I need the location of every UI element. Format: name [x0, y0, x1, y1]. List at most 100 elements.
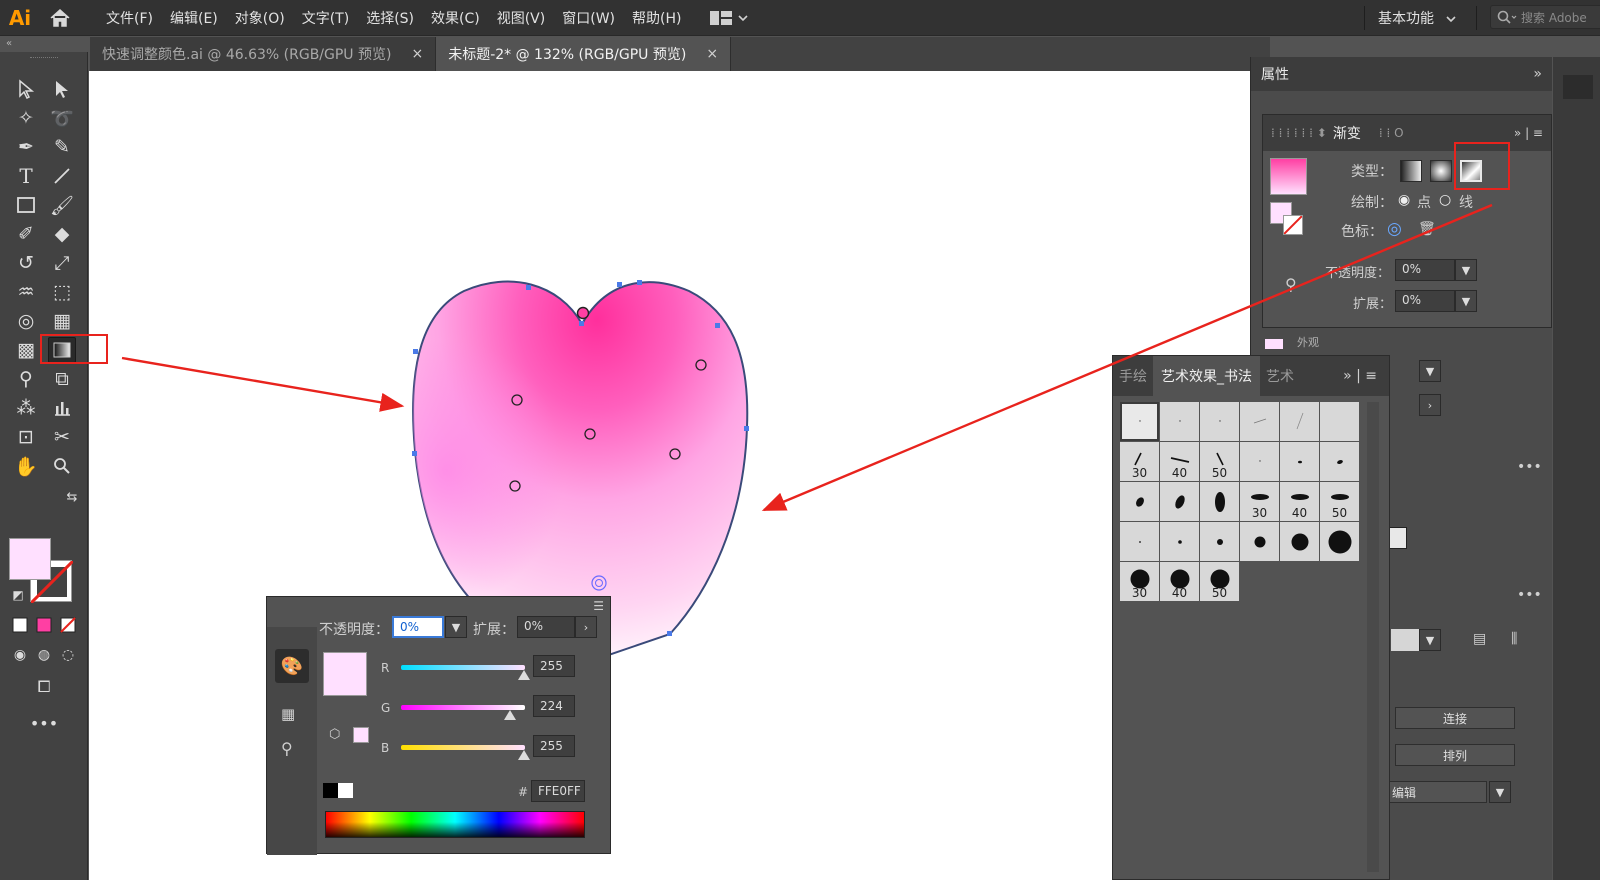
- curvature-tool-icon[interactable]: ✎: [48, 134, 76, 160]
- extend-field[interactable]: 0%: [517, 616, 575, 638]
- artboard-tool-icon[interactable]: ⊡: [12, 424, 40, 450]
- draw-point-radio[interactable]: ◉: [1398, 192, 1410, 208]
- black-swatch[interactable]: [323, 783, 338, 798]
- tab-calligraphy[interactable]: 艺术效果_书法: [1153, 356, 1260, 396]
- brush-cell[interactable]: 50: [1200, 442, 1239, 481]
- library-icon[interactable]: ⫼: [1511, 631, 1517, 647]
- gradient-thumb[interactable]: [1389, 527, 1407, 549]
- appearance-swatch[interactable]: [1265, 339, 1283, 349]
- tab-artistic[interactable]: 艺术: [1260, 366, 1300, 386]
- b-value-field[interactable]: 255: [533, 735, 575, 757]
- none-mode-icon[interactable]: [54, 612, 82, 638]
- fill-swatch[interactable]: [9, 538, 51, 580]
- opacity-field[interactable]: 0%: [1395, 259, 1455, 281]
- color-spectrum-bar[interactable]: [325, 811, 585, 838]
- more-options-icon[interactable]: •••: [1517, 459, 1542, 475]
- brush-cell[interactable]: [1120, 482, 1159, 521]
- eyedropper-icon[interactable]: ⚲: [1285, 275, 1297, 294]
- brush-cell[interactable]: [1280, 442, 1319, 481]
- zoom-tool-icon[interactable]: [48, 453, 76, 479]
- brush-cell[interactable]: 30: [1120, 442, 1159, 481]
- brush-cell[interactable]: [1280, 522, 1319, 561]
- default-fill-stroke-icon[interactable]: ◩: [4, 582, 32, 608]
- warp-tool-icon[interactable]: ♒: [12, 279, 40, 305]
- menu-view[interactable]: 视图(V): [497, 8, 546, 28]
- panel-menu-icon[interactable]: » | ≡: [1514, 126, 1543, 140]
- tab-document-1[interactable]: 快速调整颜色.ai @ 46.63% (RGB/GPU 预览) ×: [90, 37, 437, 71]
- brush-cell[interactable]: 40: [1280, 482, 1319, 521]
- shape-builder-tool-icon[interactable]: ◎: [12, 308, 40, 334]
- rectangle-tool-icon[interactable]: [12, 192, 40, 218]
- paintbrush-tool-icon[interactable]: 🖌: [48, 192, 76, 218]
- menu-type[interactable]: 文字(T): [302, 8, 349, 28]
- tab-freehand[interactable]: 手绘: [1113, 366, 1153, 386]
- menu-file[interactable]: 文件(F): [106, 8, 153, 28]
- column-graph-tool-icon[interactable]: [48, 395, 76, 421]
- current-color-swatch[interactable]: [323, 652, 367, 696]
- collapse-panels-icon[interactable]: «: [6, 38, 12, 49]
- brush-cell[interactable]: [1320, 402, 1359, 441]
- g-value-field[interactable]: 224: [533, 695, 575, 717]
- arrange-documents-button[interactable]: [710, 10, 749, 25]
- tab-document-2[interactable]: 未标题-2* @ 132% (RGB/GPU 预览) ×: [436, 37, 732, 71]
- dropdown-arrow[interactable]: ▼: [1419, 629, 1441, 651]
- rotate-tool-icon[interactable]: ↺: [12, 250, 40, 276]
- artboard-canvas[interactable]: [89, 71, 1251, 880]
- white-swatch[interactable]: [338, 783, 353, 798]
- pen-tool-icon[interactable]: ✒: [12, 134, 40, 160]
- menu-effect[interactable]: 效果(C): [431, 8, 480, 28]
- home-icon[interactable]: [40, 8, 80, 28]
- expand-arrow[interactable]: ›: [1419, 394, 1441, 416]
- draw-inside-icon[interactable]: ◌: [54, 642, 82, 668]
- eyedropper-icon[interactable]: ⚲: [281, 739, 293, 758]
- more-options-icon[interactable]: •••: [1517, 587, 1542, 603]
- dock-button[interactable]: [1563, 75, 1593, 99]
- extend-field[interactable]: 0%: [1395, 290, 1455, 312]
- dropdown-arrow[interactable]: ▼: [1489, 781, 1511, 803]
- panel-menu-icon[interactable]: ☰: [593, 599, 604, 613]
- perspective-grid-tool-icon[interactable]: ▦: [48, 308, 76, 334]
- eraser-tool-icon[interactable]: ◆: [48, 221, 76, 247]
- color-stop-icon[interactable]: ◎: [1387, 219, 1402, 239]
- g-slider-thumb[interactable]: [504, 710, 516, 720]
- brush-cell[interactable]: 40: [1160, 562, 1199, 601]
- brush-cell[interactable]: [1120, 402, 1159, 441]
- gradient-origin-point[interactable]: [576, 306, 590, 320]
- magic-wand-tool-icon[interactable]: ✧: [12, 105, 40, 131]
- swatches-icon[interactable]: ▦: [281, 705, 295, 723]
- tab-gradient[interactable]: 渐变: [1333, 123, 1361, 143]
- edit-button[interactable]: 编辑: [1389, 781, 1487, 803]
- more-tools-icon[interactable]: •••: [30, 710, 58, 736]
- brush-cell[interactable]: [1200, 402, 1239, 441]
- menu-object[interactable]: 对象(O): [235, 8, 285, 28]
- trash-icon[interactable]: 🗑: [1418, 221, 1436, 237]
- type-tool-icon[interactable]: T: [12, 163, 40, 189]
- shaper-tool-icon[interactable]: ✐: [12, 221, 40, 247]
- brush-cell[interactable]: [1120, 522, 1159, 561]
- connect-button[interactable]: 连接: [1395, 707, 1515, 729]
- heart-artwork[interactable]: [89, 71, 1251, 880]
- symbol-sprayer-tool-icon[interactable]: ⁂: [12, 395, 40, 421]
- hex-value-field[interactable]: FFE0FF: [531, 780, 585, 802]
- collapsed-tabs[interactable]: ⁞ ⁞ ⁞ ⁞ ⁞ ⁞ ⬍: [1271, 126, 1327, 140]
- panel-expand-icon[interactable]: »: [1533, 66, 1542, 82]
- b-slider-thumb[interactable]: [518, 750, 530, 760]
- brush-cell[interactable]: [1320, 522, 1359, 561]
- brush-cell[interactable]: [1240, 522, 1279, 561]
- brush-cell[interactable]: [1160, 522, 1199, 561]
- blend-tool-icon[interactable]: ⧉: [48, 366, 76, 392]
- search-field[interactable]: 搜索 Adobe: [1490, 5, 1600, 29]
- lasso-tool-icon[interactable]: ➰: [48, 105, 76, 131]
- workspace-switcher[interactable]: 基本功能: [1378, 8, 1457, 28]
- brush-cell[interactable]: [1160, 402, 1199, 441]
- brush-cell[interactable]: 50: [1200, 562, 1239, 601]
- brush-cell[interactable]: 30: [1120, 562, 1159, 601]
- close-icon[interactable]: ×: [706, 46, 718, 62]
- gradient-preview-swatch[interactable]: [1270, 158, 1307, 195]
- menu-select[interactable]: 选择(S): [366, 8, 414, 28]
- radial-gradient-button[interactable]: [1430, 160, 1452, 182]
- selection-tool-icon[interactable]: [12, 76, 40, 102]
- document-setup-icon[interactable]: ▤: [1473, 631, 1486, 647]
- dropdown-arrow[interactable]: ▼: [1419, 360, 1441, 382]
- panel-menu-icon[interactable]: » | ≡: [1337, 368, 1383, 384]
